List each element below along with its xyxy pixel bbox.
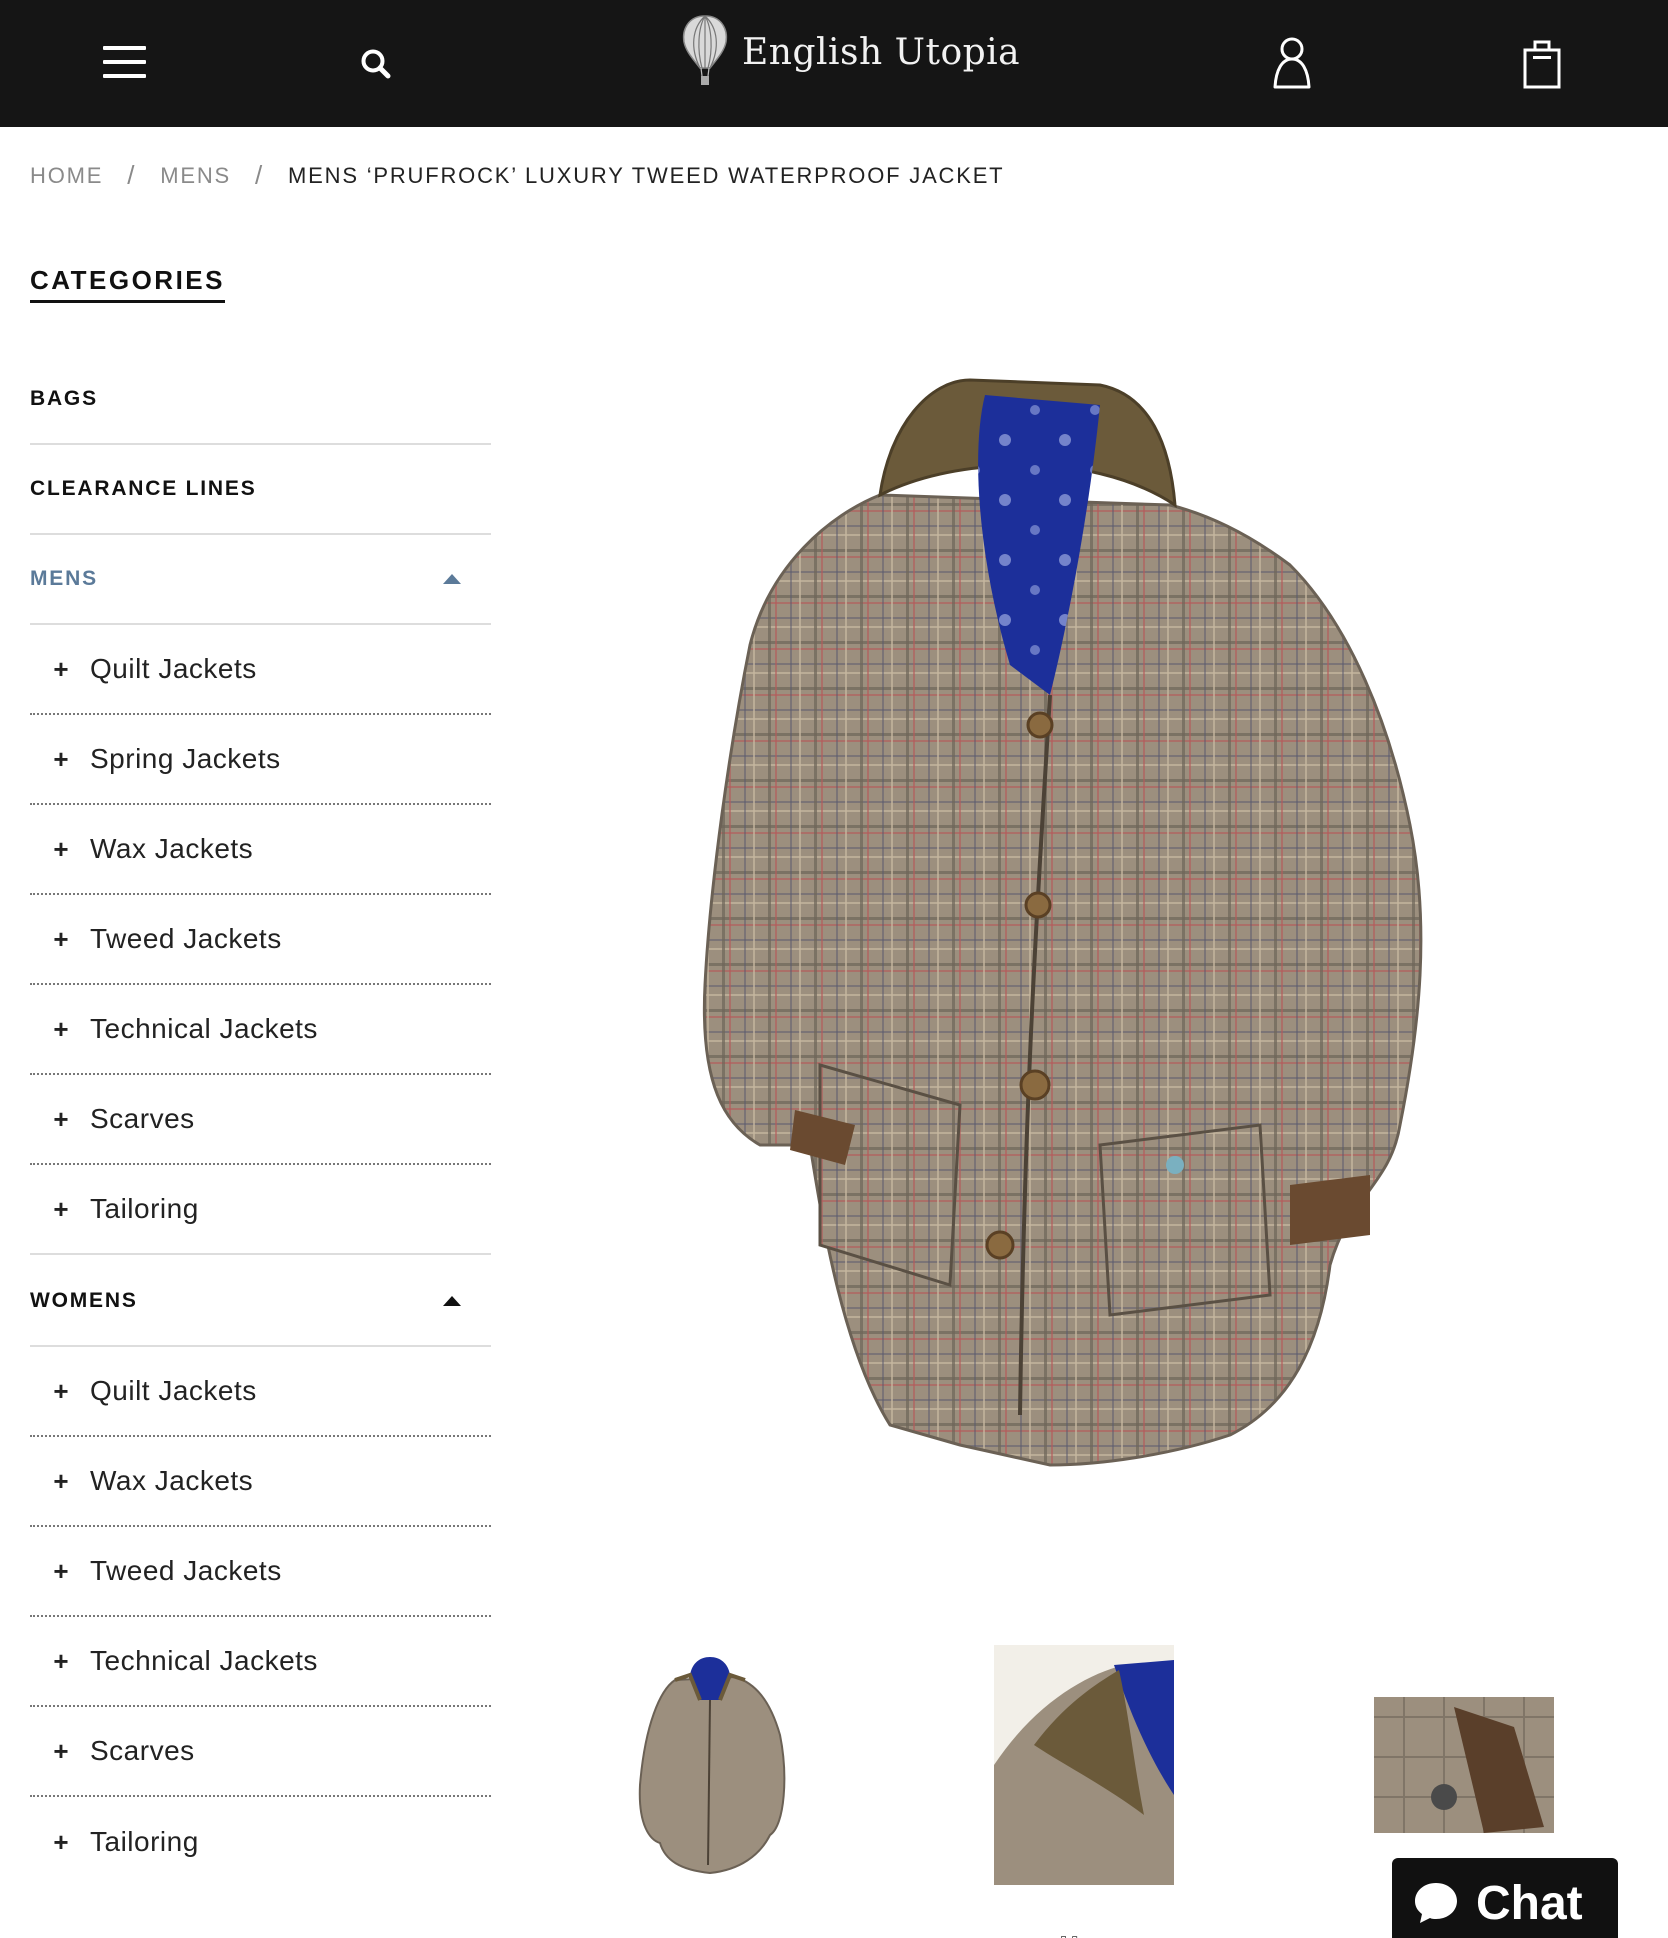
chat-button[interactable]: Chat	[1392, 1858, 1618, 1938]
sidebar-item-mens-spring-jackets[interactable]: + Spring Jackets	[30, 715, 491, 805]
subcategory-label: Wax Jackets	[90, 833, 254, 864]
plus-icon[interactable]: +	[46, 1104, 76, 1135]
categories-heading: CATEGORIES	[30, 265, 225, 303]
category-sidebar: CATEGORIES BAGS CLEARANCE LINES MENS + Q…	[30, 265, 491, 1857]
plus-icon[interactable]: +	[46, 1194, 76, 1225]
sidebar-item-womens-tailoring[interactable]: + Tailoring	[30, 1797, 491, 1887]
subcategory-label: Scarves	[90, 1735, 195, 1766]
subcategory-label: Quilt Jackets	[90, 653, 257, 684]
sidebar-item-womens-scarves[interactable]: + Scarves	[30, 1707, 491, 1797]
subcategory-label: Technical Jackets	[90, 1013, 318, 1044]
plus-icon[interactable]: +	[46, 1014, 76, 1045]
category-clearance-lines[interactable]: CLEARANCE LINES	[30, 445, 491, 535]
subcategory-label: Tweed Jackets	[90, 1555, 282, 1586]
sidebar-item-mens-tailoring[interactable]: + Tailoring	[30, 1165, 491, 1255]
category-womens[interactable]: WOMENS	[30, 1257, 491, 1347]
breadcrumb-mens[interactable]: MENS	[160, 163, 231, 189]
sidebar-item-mens-wax-jackets[interactable]: + Wax Jackets	[30, 805, 491, 895]
subcategory-label: Scarves	[90, 1103, 195, 1134]
sidebar-item-mens-quilt-jackets[interactable]: + Quilt Jackets	[30, 625, 491, 715]
breadcrumb-home[interactable]: HOME	[30, 163, 103, 189]
subcategory-label: Tweed Jackets	[90, 923, 282, 954]
sidebar-item-mens-tweed-jackets[interactable]: + Tweed Jackets	[30, 895, 491, 985]
plus-icon[interactable]: +	[46, 1466, 76, 1497]
sidebar-item-womens-wax-jackets[interactable]: + Wax Jackets	[30, 1437, 491, 1527]
plus-icon[interactable]: +	[46, 1827, 76, 1858]
breadcrumb-separator: /	[127, 160, 137, 190]
hamburger-menu-icon[interactable]	[103, 46, 146, 80]
breadcrumb-current: MENS ‘PRUFROCK’ LUXURY TWEED WATERPROOF …	[288, 162, 1005, 188]
sidebar-item-womens-tweed-jackets[interactable]: + Tweed Jackets	[30, 1527, 491, 1617]
subcategory-label: Tailoring	[90, 1193, 199, 1224]
chat-label: Chat	[1476, 1876, 1583, 1930]
site-logo[interactable]: English Utopia	[680, 14, 1020, 90]
category-label: BAGS	[30, 387, 98, 410]
jacket-pocket-thumbnail[interactable]	[1374, 1697, 1554, 1833]
plus-icon[interactable]: +	[46, 1376, 76, 1407]
sidebar-item-womens-quilt-jackets[interactable]: + Quilt Jackets	[30, 1347, 491, 1437]
logo-text: English Utopia	[742, 31, 1021, 73]
top-nav-bar: English Utopia	[0, 0, 1668, 127]
caret-up-icon[interactable]	[443, 574, 461, 584]
shopping-bag-icon[interactable]	[1522, 36, 1562, 90]
subcategory-label: Spring Jackets	[90, 743, 281, 774]
subcategory-label: Quilt Jackets	[90, 1375, 257, 1406]
category-mens[interactable]: MENS	[30, 535, 491, 625]
breadcrumb-separator: /	[255, 160, 265, 190]
sidebar-item-womens-technical-jackets[interactable]: + Technical Jackets	[30, 1617, 491, 1707]
plus-icon[interactable]: +	[46, 834, 76, 865]
category-label: WOMENS	[30, 1289, 138, 1312]
jacket-collar-thumbnail[interactable]	[994, 1645, 1174, 1885]
plus-icon[interactable]: +	[46, 924, 76, 955]
plus-icon[interactable]: +	[46, 1646, 76, 1677]
plus-icon[interactable]: +	[46, 1556, 76, 1587]
hot-air-balloon-icon	[682, 15, 728, 85]
subcategory-label: Wax Jackets	[90, 1465, 254, 1496]
plus-icon[interactable]: +	[46, 654, 76, 685]
jacket-full-thumbnail[interactable]	[620, 1655, 800, 1875]
search-icon[interactable]	[358, 46, 394, 82]
sidebar-item-mens-technical-jackets[interactable]: + Technical Jackets	[30, 985, 491, 1075]
chat-bubble-icon	[1415, 1883, 1457, 1923]
product-main-image[interactable]	[630, 365, 1550, 1575]
sidebar-item-mens-scarves[interactable]: + Scarves	[30, 1075, 491, 1165]
plus-icon[interactable]: +	[46, 1736, 76, 1767]
category-label: MENS	[30, 567, 98, 590]
user-account-icon[interactable]	[1272, 36, 1312, 90]
subcategory-label: Technical Jackets	[90, 1645, 318, 1676]
caret-up-icon[interactable]	[443, 1296, 461, 1306]
carousel-dots[interactable]: ▫▫	[1060, 1928, 1082, 1938]
breadcrumb: HOME / MENS / MENS ‘PRUFROCK’ LUXURY TWE…	[30, 160, 1004, 191]
category-bags[interactable]: BAGS	[30, 355, 491, 445]
category-label: CLEARANCE LINES	[30, 477, 257, 500]
plus-icon[interactable]: +	[46, 744, 76, 775]
subcategory-label: Tailoring	[90, 1826, 199, 1857]
